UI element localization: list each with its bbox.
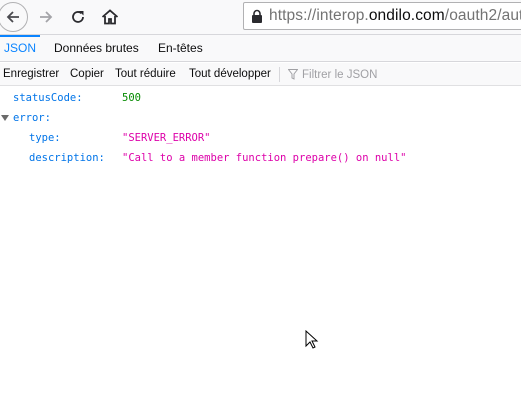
json-tree: statusCode: 500 error: type: "SERVER_ERR… xyxy=(0,88,521,168)
tab-json[interactable]: JSON xyxy=(0,35,41,61)
tab-raw-data[interactable]: Données brutes xyxy=(54,35,139,61)
json-value-number: 500 xyxy=(122,92,141,104)
json-row-description[interactable]: description: "Call to a member function … xyxy=(0,148,521,168)
url-text: https://interop.ondilo.com/oauth2/autho xyxy=(269,7,521,25)
mouse-cursor-icon xyxy=(305,330,319,349)
url-bar[interactable]: https://interop.ondilo.com/oauth2/autho xyxy=(243,2,521,30)
collapse-all-button[interactable]: Tout réduire xyxy=(115,63,176,86)
toolbar-divider xyxy=(279,67,280,82)
json-toolbar: Enregistrer Copier Tout réduire Tout dév… xyxy=(0,63,521,86)
copy-button[interactable]: Copier xyxy=(70,63,104,86)
json-key: error: xyxy=(13,112,51,124)
home-icon xyxy=(101,9,119,25)
back-button[interactable] xyxy=(0,2,28,32)
json-row-error[interactable]: error: xyxy=(0,108,521,128)
json-value-string: "Call to a member function prepare() on … xyxy=(122,152,407,164)
json-row-type[interactable]: type: "SERVER_ERROR" xyxy=(0,128,521,148)
json-key: statusCode: xyxy=(13,92,83,104)
filter-box xyxy=(288,63,502,86)
json-viewer-tabs: JSON Données brutes En-têtes xyxy=(0,35,521,62)
lock-icon xyxy=(252,9,262,23)
url-prefix: https://interop. xyxy=(269,7,369,24)
expand-twisty-icon[interactable] xyxy=(1,115,9,121)
forward-button[interactable] xyxy=(31,2,61,32)
tab-headers[interactable]: En-têtes xyxy=(158,35,203,61)
url-host: ondilo.com xyxy=(368,7,445,24)
filter-icon xyxy=(288,69,298,80)
reload-icon xyxy=(72,11,84,23)
browser-navbar: https://interop.ondilo.com/oauth2/autho xyxy=(0,0,521,35)
json-key: type: xyxy=(29,132,61,144)
url-path: /oauth2/autho xyxy=(444,7,521,24)
json-value-string: "SERVER_ERROR" xyxy=(122,132,211,144)
json-row-statuscode[interactable]: statusCode: 500 xyxy=(0,88,521,108)
arrow-right-icon xyxy=(40,11,53,23)
arrow-left-icon xyxy=(6,11,19,23)
reload-button[interactable] xyxy=(63,2,93,32)
expand-all-button[interactable]: Tout développer xyxy=(189,63,271,86)
home-button[interactable] xyxy=(95,2,125,32)
json-key: description: xyxy=(29,152,105,164)
save-button[interactable]: Enregistrer xyxy=(3,63,59,86)
filter-json-input[interactable] xyxy=(302,68,502,81)
